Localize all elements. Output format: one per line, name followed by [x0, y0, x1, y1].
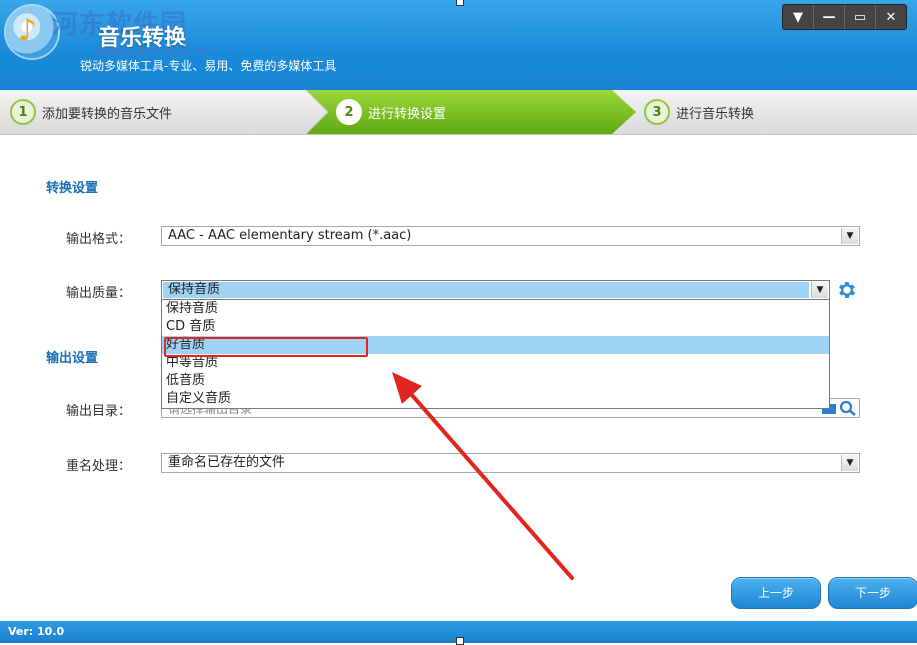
- output-settings-title: 输出设置: [46, 351, 99, 366]
- step-3-number: 3: [644, 99, 670, 125]
- step-2[interactable]: 2 进行转换设置: [336, 90, 446, 134]
- quality-option[interactable]: CD 音质: [162, 318, 829, 336]
- output-format-select[interactable]: AAC - AAC elementary stream (*.aac) ▼: [161, 226, 860, 246]
- quality-option[interactable]: 保持音质: [162, 300, 829, 318]
- window-controls: ▼ — ▭ ✕: [782, 4, 907, 30]
- step-1[interactable]: 1 添加要转换的音乐文件: [10, 90, 172, 134]
- step-2-number: 2: [336, 99, 362, 125]
- output-quality-select[interactable]: 保持音质 ▼: [161, 280, 830, 300]
- music-note-icon: ♪: [18, 13, 38, 48]
- output-dir-label: 输出目录：: [66, 404, 132, 419]
- output-quality-value: 保持音质: [163, 282, 809, 298]
- close-button[interactable]: ✕: [875, 5, 906, 29]
- minimize-button[interactable]: —: [813, 5, 844, 29]
- conversion-settings-title: 转换设置: [46, 181, 99, 196]
- rename-label: 重名处理：: [66, 459, 132, 474]
- search-icon[interactable]: [839, 400, 857, 416]
- maximize-button[interactable]: ▭: [844, 5, 875, 29]
- output-quality-label: 输出质量：: [66, 286, 132, 301]
- step-3-label: 进行音乐转换: [676, 106, 755, 122]
- gear-icon[interactable]: [836, 279, 858, 301]
- version-text: Ver: 10.0: [8, 625, 65, 638]
- step-1-label: 添加要转换的音乐文件: [42, 106, 173, 122]
- step-1-number: 1: [10, 99, 36, 125]
- menu-dropdown-button[interactable]: ▼: [783, 5, 813, 29]
- step-3[interactable]: 3 进行音乐转换: [644, 90, 754, 134]
- step-2-label: 进行转换设置: [368, 106, 447, 122]
- resize-handle-bottom[interactable]: [456, 637, 464, 645]
- annotation-highlight-box: [164, 337, 368, 357]
- output-format-value: AAC - AAC elementary stream (*.aac): [168, 228, 412, 243]
- resize-handle-top[interactable]: [456, 0, 464, 6]
- annotation-arrow-icon: [392, 372, 574, 580]
- rename-value: 重命名已存在的文件: [168, 455, 286, 470]
- chevron-down-icon[interactable]: ▼: [841, 228, 858, 244]
- chevron-down-icon[interactable]: ▼: [841, 455, 858, 471]
- app-subtitle: 锐动多媒体工具-专业、易用、免费的多媒体工具: [80, 59, 337, 73]
- chevron-down-icon[interactable]: ▼: [811, 282, 828, 298]
- output-format-label: 输出格式：: [66, 232, 132, 247]
- prev-step-button[interactable]: 上一步: [731, 577, 821, 609]
- title-bar: ♪ 河东软件园 音乐转换 www.pc0359.cn 锐动多媒体工具-专业、易用…: [0, 0, 917, 90]
- next-step-button[interactable]: 下一步: [828, 577, 917, 609]
